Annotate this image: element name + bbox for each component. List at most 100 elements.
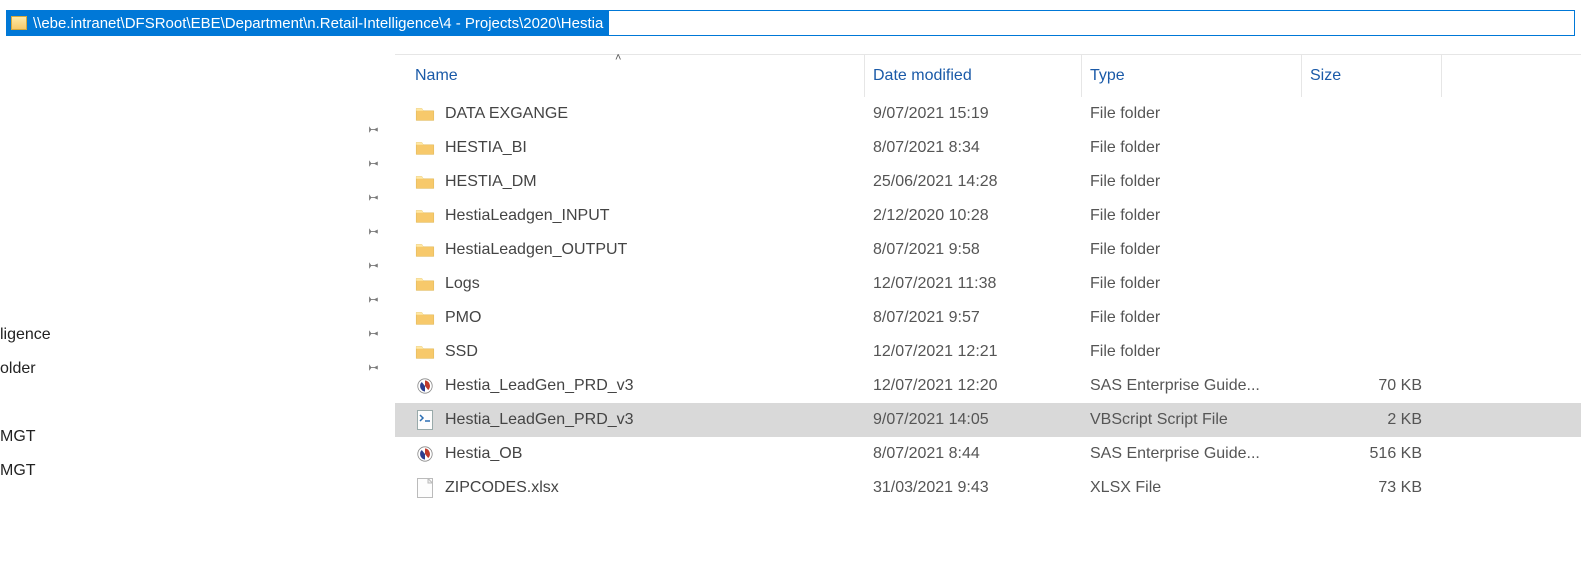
file-row[interactable]: ZIPCODES.xlsx31/03/2021 9:43XLSX File73 … xyxy=(395,471,1581,505)
quick-access-sidebar: ligence older MGT MGT xyxy=(0,54,395,505)
file-name-label: ZIPCODES.xlsx xyxy=(445,479,559,497)
sidebar-item-label: older xyxy=(0,360,361,378)
file-name-label: SSD xyxy=(445,343,478,361)
file-date-cell: 8/07/2021 8:44 xyxy=(865,445,1082,463)
sidebar-item[interactable] xyxy=(0,386,395,420)
file-row[interactable]: DATA EXGANGE 9/07/2021 15:19File folder xyxy=(395,97,1581,131)
file-type-cell: File folder xyxy=(1082,275,1302,293)
file-name-label: Hestia_LeadGen_PRD_v3 xyxy=(445,377,634,395)
sidebar-item-label: MGT xyxy=(0,428,395,446)
file-name-cell: Hestia_OB xyxy=(395,444,865,464)
file-name-label: Logs xyxy=(445,275,480,293)
file-row[interactable]: Hestia_OB8/07/2021 8:44SAS Enterprise Gu… xyxy=(395,437,1581,471)
pin-icon xyxy=(358,254,385,281)
file-date-cell: 25/06/2021 14:28 xyxy=(865,173,1082,191)
file-size-cell: 516 KB xyxy=(1302,445,1442,463)
file-name-label: Hestia_LeadGen_PRD_v3 xyxy=(445,411,634,429)
address-bar-selection[interactable]: \\ebe.intranet\DFSRoot\EBE\Department\n.… xyxy=(7,11,609,35)
folder-icon xyxy=(415,342,435,362)
file-row[interactable]: HESTIA_BI 8/07/2021 8:34File folder xyxy=(395,131,1581,165)
file-name-cell: Hestia_LeadGen_PRD_v3 xyxy=(395,410,865,430)
sidebar-item[interactable]: older xyxy=(0,352,395,386)
file-row[interactable]: Hestia_LeadGen_PRD_v39/07/2021 14:05VBSc… xyxy=(395,403,1581,437)
file-type-cell: SAS Enterprise Guide... xyxy=(1082,377,1302,395)
file-type-cell: File folder xyxy=(1082,241,1302,259)
file-date-cell: 8/07/2021 8:34 xyxy=(865,139,1082,157)
file-type-cell: VBScript Script File xyxy=(1082,411,1302,429)
file-name-cell: HestiaLeadgen_INPUT xyxy=(395,206,865,226)
file-row[interactable]: HestiaLeadgen_OUTPUT8/07/2021 9:58File f… xyxy=(395,233,1581,267)
file-date-cell: 8/07/2021 9:57 xyxy=(865,309,1082,327)
column-header-date[interactable]: Date modified xyxy=(865,55,1082,97)
file-type-cell: File folder xyxy=(1082,173,1302,191)
file-date-cell: 12/07/2021 12:21 xyxy=(865,343,1082,361)
sidebar-item[interactable]: MGT xyxy=(0,420,395,454)
folder-icon xyxy=(415,172,435,192)
sidebar-item[interactable] xyxy=(0,148,395,182)
file-type-cell: File folder xyxy=(1082,207,1302,225)
file-size-cell: 73 KB xyxy=(1302,479,1442,497)
folder-icon xyxy=(415,206,435,226)
folder-icon xyxy=(415,240,435,260)
file-date-cell: 2/12/2020 10:28 xyxy=(865,207,1082,225)
file-name-cell: PMO xyxy=(395,308,865,328)
file-name-cell: HestiaLeadgen_OUTPUT xyxy=(395,240,865,260)
file-type-cell: File folder xyxy=(1082,139,1302,157)
column-header-type[interactable]: Type xyxy=(1082,55,1302,97)
file-date-cell: 12/07/2021 11:38 xyxy=(865,275,1082,293)
folder-icon xyxy=(415,274,435,294)
column-header-date-label: Date modified xyxy=(873,67,972,85)
sidebar-item[interactable] xyxy=(0,182,395,216)
folder-icon xyxy=(415,104,435,124)
column-header-name[interactable]: Name ˄ xyxy=(395,55,865,97)
file-row[interactable]: SSD 12/07/2021 12:21File folder xyxy=(395,335,1581,369)
column-headers: Name ˄ Date modified Type Size xyxy=(395,55,1581,97)
column-header-size-label: Size xyxy=(1310,67,1341,85)
column-header-size[interactable]: Size xyxy=(1302,55,1442,97)
sidebar-item[interactable] xyxy=(0,216,395,250)
file-name-label: HESTIA_BI xyxy=(445,139,527,157)
file-name-cell: HESTIA_BI xyxy=(395,138,865,158)
file-date-cell: 8/07/2021 9:58 xyxy=(865,241,1082,259)
file-type-cell: File folder xyxy=(1082,343,1302,361)
file-row[interactable]: PMO8/07/2021 9:57File folder xyxy=(395,301,1581,335)
folder-icon xyxy=(415,138,435,158)
vbs-icon xyxy=(415,410,435,430)
file-date-cell: 9/07/2021 15:19 xyxy=(865,105,1082,123)
file-name-label: DATA EXGANGE xyxy=(445,105,568,123)
pin-icon xyxy=(358,288,385,315)
column-header-type-label: Type xyxy=(1090,67,1125,85)
file-rows: DATA EXGANGE9/07/2021 15:19File folderHE… xyxy=(395,97,1581,505)
address-bar-empty[interactable] xyxy=(609,11,1574,35)
file-type-cell: XLSX File xyxy=(1082,479,1302,497)
sas-icon xyxy=(415,376,435,396)
sort-ascending-icon: ˄ xyxy=(615,52,621,64)
file-row[interactable]: Hestia_LeadGen_PRD_v312/07/2021 12:20SAS… xyxy=(395,369,1581,403)
file-name-cell: Hestia_LeadGen_PRD_v3 xyxy=(395,376,865,396)
pin-icon xyxy=(358,186,385,213)
file-name-label: PMO xyxy=(445,309,481,327)
pin-icon xyxy=(358,118,385,145)
sidebar-item[interactable] xyxy=(0,114,395,148)
file-name-label: Hestia_OB xyxy=(445,445,522,463)
sidebar-item[interactable]: MGT xyxy=(0,454,395,488)
file-size-cell: 2 KB xyxy=(1302,411,1442,429)
sidebar-item[interactable] xyxy=(0,250,395,284)
pin-icon xyxy=(358,322,385,349)
file-row[interactable]: HESTIA_DM25/06/2021 14:28File folder xyxy=(395,165,1581,199)
file-size-cell: 70 KB xyxy=(1302,377,1442,395)
file-type-cell: File folder xyxy=(1082,105,1302,123)
column-header-name-label: Name xyxy=(415,67,458,85)
sidebar-item[interactable] xyxy=(0,284,395,318)
file-row[interactable]: Logs 12/07/2021 11:38File folder xyxy=(395,267,1581,301)
address-bar[interactable]: \\ebe.intranet\DFSRoot\EBE\Department\n.… xyxy=(6,10,1575,36)
pin-icon xyxy=(358,356,385,383)
file-list-panel: Name ˄ Date modified Type Size DATA EXGA… xyxy=(395,54,1581,505)
folder-icon xyxy=(11,16,27,30)
address-bar-path: \\ebe.intranet\DFSRoot\EBE\Department\n.… xyxy=(33,15,603,32)
sas-icon xyxy=(415,444,435,464)
sidebar-item[interactable]: ligence xyxy=(0,318,395,352)
pin-icon xyxy=(358,152,385,179)
file-name-cell: Logs xyxy=(395,274,865,294)
file-row[interactable]: HestiaLeadgen_INPUT2/12/2020 10:28File f… xyxy=(395,199,1581,233)
